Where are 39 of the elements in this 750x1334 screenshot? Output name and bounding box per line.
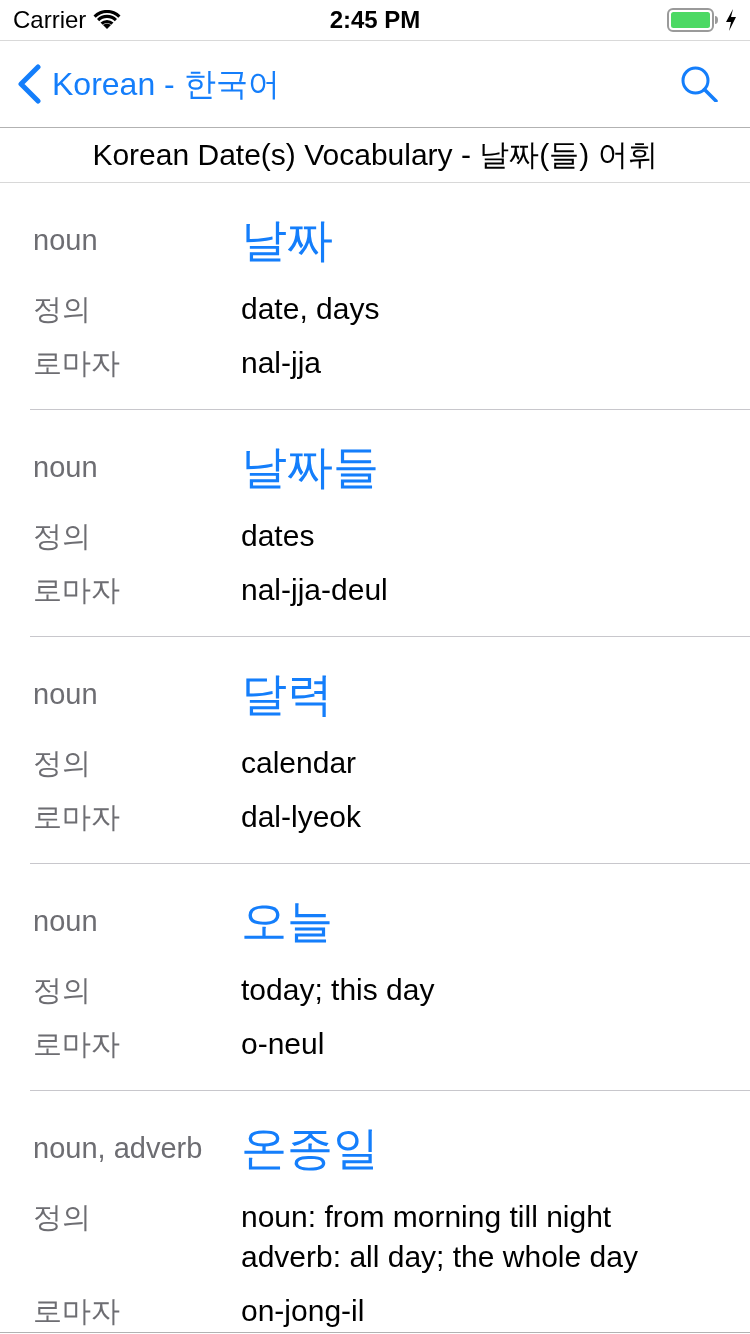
field-value: calendar — [241, 745, 357, 781]
back-button[interactable]: Korean - 한국어 — [0, 41, 288, 127]
carrier-label: Carrier — [13, 8, 87, 32]
field-value: today; this day — [241, 972, 435, 1008]
headword: 오늘 — [241, 894, 333, 949]
field-label: 로마자 — [33, 1294, 120, 1329]
part-of-speech: noun, adverb — [33, 1131, 203, 1166]
field-label: 로마자 — [33, 800, 120, 835]
time-label: 2:45 PM — [329, 8, 421, 32]
field-label: 정의 — [33, 973, 91, 1008]
battery-icon — [667, 8, 719, 32]
field-label: 로마자 — [33, 573, 120, 608]
field-label: 정의 — [33, 292, 91, 327]
part-of-speech: noun — [33, 223, 98, 258]
field-label: 정의 — [33, 1200, 91, 1235]
field-label: 로마자 — [33, 1027, 120, 1062]
field-label: 로마자 — [33, 346, 120, 381]
part-of-speech: noun — [33, 677, 98, 712]
search-icon[interactable] — [681, 66, 718, 102]
field-value: on-jong-il — [241, 1293, 365, 1329]
part-of-speech: noun — [33, 450, 98, 485]
charging-bolt-icon — [725, 9, 737, 31]
headword: 날짜들 — [241, 440, 379, 495]
wifi-icon — [93, 10, 122, 30]
headword: 온종일 — [241, 1121, 379, 1176]
field-label: 정의 — [33, 519, 91, 554]
field-value: nal-jja-deul — [241, 572, 388, 608]
field-value: nal-jja — [241, 345, 322, 381]
field-label: 정의 — [33, 746, 91, 781]
chevron-left-icon — [17, 64, 42, 104]
headword: 달력 — [241, 667, 333, 722]
field-value: dal-lyeok — [241, 799, 362, 835]
field-value: dates — [241, 518, 315, 554]
field-value: o-neul — [241, 1026, 325, 1062]
field-value: noun: from morning till night adverb: all day; the whole day — [241, 1199, 638, 1275]
headword: 날짜 — [241, 213, 333, 268]
field-value: date, days — [241, 291, 380, 327]
part-of-speech: noun — [33, 904, 98, 939]
page-subtitle: Korean Date(s) Vocabulary - 날짜(들) 어휘 — [92, 140, 658, 170]
